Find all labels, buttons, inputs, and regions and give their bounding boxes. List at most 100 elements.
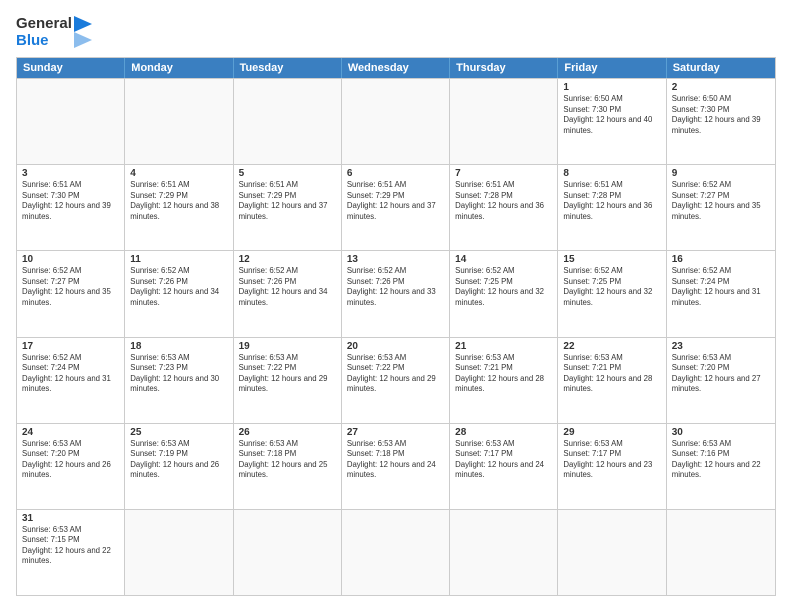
calendar-cell: 17Sunrise: 6:52 AM Sunset: 7:24 PM Dayli…: [17, 338, 125, 423]
calendar-row-0: 1Sunrise: 6:50 AM Sunset: 7:30 PM Daylig…: [17, 78, 775, 164]
weekday-header-monday: Monday: [125, 58, 233, 78]
weekday-header-tuesday: Tuesday: [234, 58, 342, 78]
header: General Blue: [16, 16, 776, 49]
logo-flag-icon: [74, 16, 92, 48]
calendar-cell: 8Sunrise: 6:51 AM Sunset: 7:28 PM Daylig…: [558, 165, 666, 250]
day-number: 2: [672, 82, 770, 93]
day-info: Sunrise: 6:52 AM Sunset: 7:26 PM Dayligh…: [130, 266, 227, 308]
day-info: Sunrise: 6:52 AM Sunset: 7:25 PM Dayligh…: [563, 266, 660, 308]
calendar-cell: [450, 79, 558, 164]
day-number: 9: [672, 168, 770, 179]
calendar-cell: 23Sunrise: 6:53 AM Sunset: 7:20 PM Dayli…: [667, 338, 775, 423]
calendar-cell: 28Sunrise: 6:53 AM Sunset: 7:17 PM Dayli…: [450, 424, 558, 509]
day-info: Sunrise: 6:52 AM Sunset: 7:24 PM Dayligh…: [22, 353, 119, 395]
day-number: 4: [130, 168, 227, 179]
day-number: 26: [239, 427, 336, 438]
calendar-cell: [125, 510, 233, 595]
day-number: 22: [563, 341, 660, 352]
calendar-cell: 22Sunrise: 6:53 AM Sunset: 7:21 PM Dayli…: [558, 338, 666, 423]
calendar-cell: 24Sunrise: 6:53 AM Sunset: 7:20 PM Dayli…: [17, 424, 125, 509]
logo-general-text: General: [16, 16, 72, 33]
day-number: 10: [22, 254, 119, 265]
day-info: Sunrise: 6:53 AM Sunset: 7:20 PM Dayligh…: [672, 353, 770, 395]
day-info: Sunrise: 6:53 AM Sunset: 7:17 PM Dayligh…: [455, 439, 552, 481]
calendar-cell: [234, 79, 342, 164]
day-info: Sunrise: 6:51 AM Sunset: 7:29 PM Dayligh…: [347, 180, 444, 222]
calendar-cell: [558, 510, 666, 595]
logo: General Blue: [16, 16, 92, 49]
day-info: Sunrise: 6:50 AM Sunset: 7:30 PM Dayligh…: [563, 94, 660, 136]
day-info: Sunrise: 6:50 AM Sunset: 7:30 PM Dayligh…: [672, 94, 770, 136]
day-info: Sunrise: 6:53 AM Sunset: 7:18 PM Dayligh…: [239, 439, 336, 481]
day-number: 28: [455, 427, 552, 438]
calendar-cell: [342, 510, 450, 595]
day-info: Sunrise: 6:51 AM Sunset: 7:29 PM Dayligh…: [130, 180, 227, 222]
day-number: 7: [455, 168, 552, 179]
calendar-cell: 19Sunrise: 6:53 AM Sunset: 7:22 PM Dayli…: [234, 338, 342, 423]
logo-blue-text: Blue: [16, 33, 72, 50]
day-info: Sunrise: 6:52 AM Sunset: 7:27 PM Dayligh…: [672, 180, 770, 222]
day-number: 19: [239, 341, 336, 352]
calendar-row-2: 10Sunrise: 6:52 AM Sunset: 7:27 PM Dayli…: [17, 250, 775, 336]
day-number: 17: [22, 341, 119, 352]
day-number: 21: [455, 341, 552, 352]
day-number: 12: [239, 254, 336, 265]
calendar-cell: 2Sunrise: 6:50 AM Sunset: 7:30 PM Daylig…: [667, 79, 775, 164]
calendar-header: SundayMondayTuesdayWednesdayThursdayFrid…: [17, 58, 775, 78]
calendar-cell: 25Sunrise: 6:53 AM Sunset: 7:19 PM Dayli…: [125, 424, 233, 509]
calendar-cell: 16Sunrise: 6:52 AM Sunset: 7:24 PM Dayli…: [667, 251, 775, 336]
day-number: 5: [239, 168, 336, 179]
calendar-cell: [667, 510, 775, 595]
calendar-cell: [450, 510, 558, 595]
day-info: Sunrise: 6:53 AM Sunset: 7:22 PM Dayligh…: [239, 353, 336, 395]
day-info: Sunrise: 6:53 AM Sunset: 7:18 PM Dayligh…: [347, 439, 444, 481]
day-info: Sunrise: 6:52 AM Sunset: 7:27 PM Dayligh…: [22, 266, 119, 308]
day-number: 18: [130, 341, 227, 352]
calendar-cell: 20Sunrise: 6:53 AM Sunset: 7:22 PM Dayli…: [342, 338, 450, 423]
calendar-row-4: 24Sunrise: 6:53 AM Sunset: 7:20 PM Dayli…: [17, 423, 775, 509]
day-info: Sunrise: 6:51 AM Sunset: 7:30 PM Dayligh…: [22, 180, 119, 222]
day-info: Sunrise: 6:53 AM Sunset: 7:15 PM Dayligh…: [22, 525, 119, 567]
day-info: Sunrise: 6:53 AM Sunset: 7:23 PM Dayligh…: [130, 353, 227, 395]
weekday-header-sunday: Sunday: [17, 58, 125, 78]
calendar-cell: 30Sunrise: 6:53 AM Sunset: 7:16 PM Dayli…: [667, 424, 775, 509]
day-number: 30: [672, 427, 770, 438]
day-info: Sunrise: 6:51 AM Sunset: 7:28 PM Dayligh…: [455, 180, 552, 222]
page: General Blue SundayMondayTuesdayWednesda…: [0, 0, 792, 612]
day-info: Sunrise: 6:53 AM Sunset: 7:17 PM Dayligh…: [563, 439, 660, 481]
day-number: 24: [22, 427, 119, 438]
day-number: 6: [347, 168, 444, 179]
day-info: Sunrise: 6:53 AM Sunset: 7:21 PM Dayligh…: [455, 353, 552, 395]
weekday-header-friday: Friday: [558, 58, 666, 78]
weekday-header-wednesday: Wednesday: [342, 58, 450, 78]
day-number: 14: [455, 254, 552, 265]
calendar-cell: 5Sunrise: 6:51 AM Sunset: 7:29 PM Daylig…: [234, 165, 342, 250]
day-number: 31: [22, 513, 119, 524]
calendar-cell: 6Sunrise: 6:51 AM Sunset: 7:29 PM Daylig…: [342, 165, 450, 250]
weekday-header-thursday: Thursday: [450, 58, 558, 78]
calendar-cell: 3Sunrise: 6:51 AM Sunset: 7:30 PM Daylig…: [17, 165, 125, 250]
calendar-cell: 1Sunrise: 6:50 AM Sunset: 7:30 PM Daylig…: [558, 79, 666, 164]
calendar-cell: 9Sunrise: 6:52 AM Sunset: 7:27 PM Daylig…: [667, 165, 775, 250]
calendar-cell: 18Sunrise: 6:53 AM Sunset: 7:23 PM Dayli…: [125, 338, 233, 423]
day-info: Sunrise: 6:52 AM Sunset: 7:26 PM Dayligh…: [239, 266, 336, 308]
day-info: Sunrise: 6:53 AM Sunset: 7:22 PM Dayligh…: [347, 353, 444, 395]
calendar-cell: 31Sunrise: 6:53 AM Sunset: 7:15 PM Dayli…: [17, 510, 125, 595]
calendar-cell: [17, 79, 125, 164]
calendar-cell: 27Sunrise: 6:53 AM Sunset: 7:18 PM Dayli…: [342, 424, 450, 509]
calendar-row-3: 17Sunrise: 6:52 AM Sunset: 7:24 PM Dayli…: [17, 337, 775, 423]
day-info: Sunrise: 6:53 AM Sunset: 7:19 PM Dayligh…: [130, 439, 227, 481]
weekday-header-saturday: Saturday: [667, 58, 775, 78]
calendar-cell: 14Sunrise: 6:52 AM Sunset: 7:25 PM Dayli…: [450, 251, 558, 336]
calendar-cell: [125, 79, 233, 164]
day-number: 29: [563, 427, 660, 438]
day-info: Sunrise: 6:53 AM Sunset: 7:16 PM Dayligh…: [672, 439, 770, 481]
calendar-cell: 21Sunrise: 6:53 AM Sunset: 7:21 PM Dayli…: [450, 338, 558, 423]
calendar: SundayMondayTuesdayWednesdayThursdayFrid…: [16, 57, 776, 596]
day-info: Sunrise: 6:52 AM Sunset: 7:24 PM Dayligh…: [672, 266, 770, 308]
day-info: Sunrise: 6:51 AM Sunset: 7:28 PM Dayligh…: [563, 180, 660, 222]
day-number: 27: [347, 427, 444, 438]
calendar-row-1: 3Sunrise: 6:51 AM Sunset: 7:30 PM Daylig…: [17, 164, 775, 250]
day-info: Sunrise: 6:53 AM Sunset: 7:20 PM Dayligh…: [22, 439, 119, 481]
day-number: 16: [672, 254, 770, 265]
